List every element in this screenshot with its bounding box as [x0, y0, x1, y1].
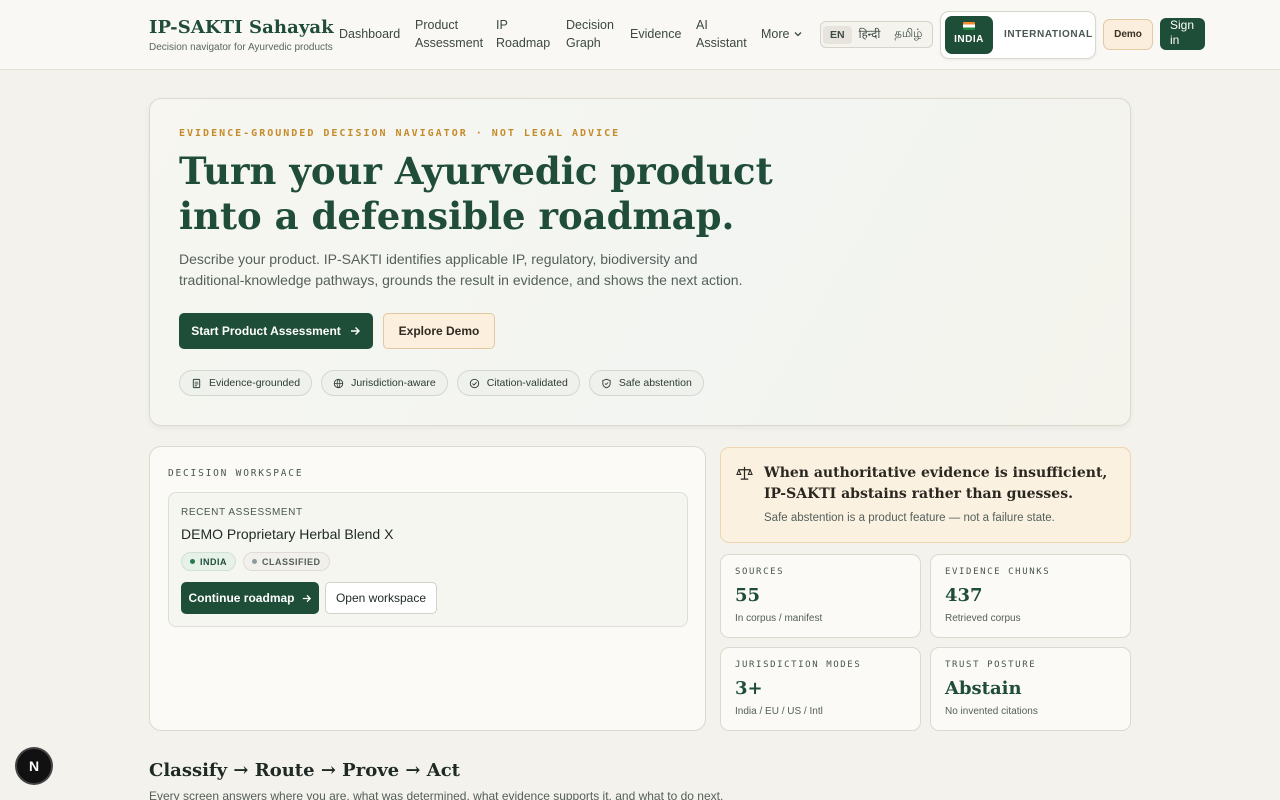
- stat-card-jurisdiction-modes: JURISDICTION MODES 3+ India / EU / US / …: [720, 647, 921, 731]
- stat-subtext: India / EU / US / Intl: [735, 706, 823, 717]
- workflow-description: Every screen answers where you are, what…: [149, 789, 724, 800]
- abstention-title: When authoritative evidence is insuffici…: [764, 465, 1108, 502]
- language-switcher: EN हिन्दी தமிழ்: [820, 21, 933, 48]
- nav-more-label: More: [761, 27, 790, 41]
- lang-tamil[interactable]: தமிழ்: [887, 25, 929, 45]
- tag-india: INDIA: [181, 552, 236, 571]
- jurisdiction-international-button[interactable]: INTERNATIONAL: [1004, 29, 1093, 40]
- top-navigation: IP-SAKTI Sahayak Decision navigator for …: [0, 0, 1280, 70]
- hero-card: EVIDENCE-GROUNDED DECISION NAVIGATOR · N…: [149, 98, 1131, 426]
- recent-assessment-card: RECENT ASSESSMENT DEMO Proprietary Herba…: [168, 492, 688, 627]
- abstention-subtitle: Safe abstention is a product feature — n…: [764, 512, 1055, 524]
- stat-value: 437: [945, 585, 983, 606]
- workspace-label: DECISION WORKSPACE: [168, 468, 304, 479]
- assessment-tags: INDIA CLASSIFIED: [181, 552, 330, 571]
- stat-label: SOURCES: [735, 567, 785, 577]
- continue-roadmap-label: Continue roadmap: [188, 591, 295, 605]
- demo-button[interactable]: Demo: [1103, 19, 1153, 50]
- continue-roadmap-button[interactable]: Continue roadmap: [181, 582, 319, 614]
- nav-link-ai-assistant[interactable]: AI Assistant: [696, 16, 747, 52]
- tag-label: INDIA: [200, 556, 227, 567]
- lang-en[interactable]: EN: [823, 25, 852, 44]
- tag-label: CLASSIFIED: [262, 556, 321, 567]
- status-dot-icon: [252, 559, 257, 564]
- chip-safe-abstention: Safe abstention: [588, 370, 704, 396]
- shield-icon: [602, 378, 611, 388]
- stat-value: 3+: [735, 678, 763, 699]
- globe-icon: [333, 378, 344, 388]
- explore-demo-button[interactable]: Explore Demo: [383, 313, 495, 349]
- lang-hindi[interactable]: हिन्दी: [852, 24, 888, 45]
- scales-icon: [736, 466, 753, 480]
- india-flag-icon: [963, 22, 975, 30]
- stat-subtext: No invented citations: [945, 706, 1038, 717]
- hero-description: Describe your product. IP-SAKTI identifi…: [179, 251, 743, 288]
- stat-card-evidence-chunks: EVIDENCE CHUNKS 437 Retrieved corpus: [930, 554, 1131, 638]
- stat-value: 55: [735, 585, 761, 606]
- nav-link-ip-roadmap[interactable]: IP Roadmap: [496, 16, 552, 52]
- recent-assessment-label: RECENT ASSESSMENT: [181, 507, 303, 518]
- workflow-heading: Classify → Route → Prove → Act: [149, 760, 460, 781]
- jurisdiction-india-button[interactable]: INDIA: [945, 16, 993, 54]
- tag-classified: CLASSIFIED: [243, 552, 330, 571]
- chip-jurisdiction-aware: Jurisdiction-aware: [321, 370, 448, 396]
- jurisdiction-india-label: INDIA: [954, 34, 984, 45]
- chip-label: Jurisdiction-aware: [351, 377, 436, 389]
- nav-link-product-assessment[interactable]: Product Assessment: [415, 16, 485, 52]
- open-workspace-button[interactable]: Open workspace: [325, 582, 437, 614]
- recent-assessment-title: DEMO Proprietary Herbal Blend X: [181, 526, 394, 542]
- stat-label: TRUST POSTURE: [945, 660, 1037, 670]
- start-assessment-button[interactable]: Start Product Assessment: [179, 313, 373, 349]
- arrow-right-icon: [302, 594, 311, 602]
- hero-title: Turn your Ayurvedic product into a defen…: [179, 149, 773, 238]
- arrow-right-icon: [350, 327, 360, 335]
- chip-label: Evidence-grounded: [209, 377, 301, 389]
- stat-label: JURISDICTION MODES: [735, 660, 862, 670]
- chip-citation-validated: Citation-validated: [456, 370, 580, 396]
- stat-subtext: In corpus / manifest: [735, 613, 823, 624]
- chip-label: Safe abstention: [618, 377, 692, 389]
- brand[interactable]: IP-SAKTI Sahayak Decision navigator for …: [149, 17, 334, 53]
- stat-value: Abstain: [945, 678, 1022, 699]
- stat-card-sources: SOURCES 55 In corpus / manifest: [720, 554, 921, 638]
- document-icon: [192, 378, 201, 388]
- sign-in-button[interactable]: Sign in: [1160, 18, 1205, 50]
- decision-workspace-card: DECISION WORKSPACE RECENT ASSESSMENT DEM…: [149, 446, 706, 731]
- start-assessment-label: Start Product Assessment: [191, 324, 341, 338]
- feature-chips: Evidence-grounded Jurisdiction-aware Cit…: [179, 370, 704, 396]
- abstention-notice: When authoritative evidence is insuffici…: [720, 447, 1131, 543]
- stat-card-trust-posture: TRUST POSTURE Abstain No invented citati…: [930, 647, 1131, 731]
- brand-subtitle: Decision navigator for Ayurvedic product…: [149, 42, 333, 53]
- check-circle-icon: [469, 378, 479, 388]
- chevron-down-icon: [795, 32, 802, 37]
- stat-label: EVIDENCE CHUNKS: [945, 567, 1051, 577]
- chip-label: Citation-validated: [486, 377, 568, 389]
- nav-link-decision-graph[interactable]: Decision Graph: [566, 16, 616, 52]
- jurisdiction-switcher: INDIA INTERNATIONAL: [940, 11, 1096, 59]
- stat-subtext: Retrieved corpus: [945, 613, 1021, 624]
- hero-eyebrow: EVIDENCE-GROUNDED DECISION NAVIGATOR · N…: [179, 128, 621, 139]
- nav-link-evidence[interactable]: Evidence: [630, 25, 681, 43]
- chip-evidence-grounded: Evidence-grounded: [179, 370, 313, 396]
- nav-link-dashboard[interactable]: Dashboard: [339, 25, 400, 43]
- nav-more-menu[interactable]: More: [761, 25, 803, 43]
- status-dot-icon: [190, 559, 195, 564]
- framework-badge-button[interactable]: N: [17, 749, 51, 783]
- brand-title[interactable]: IP-SAKTI Sahayak: [149, 17, 334, 38]
